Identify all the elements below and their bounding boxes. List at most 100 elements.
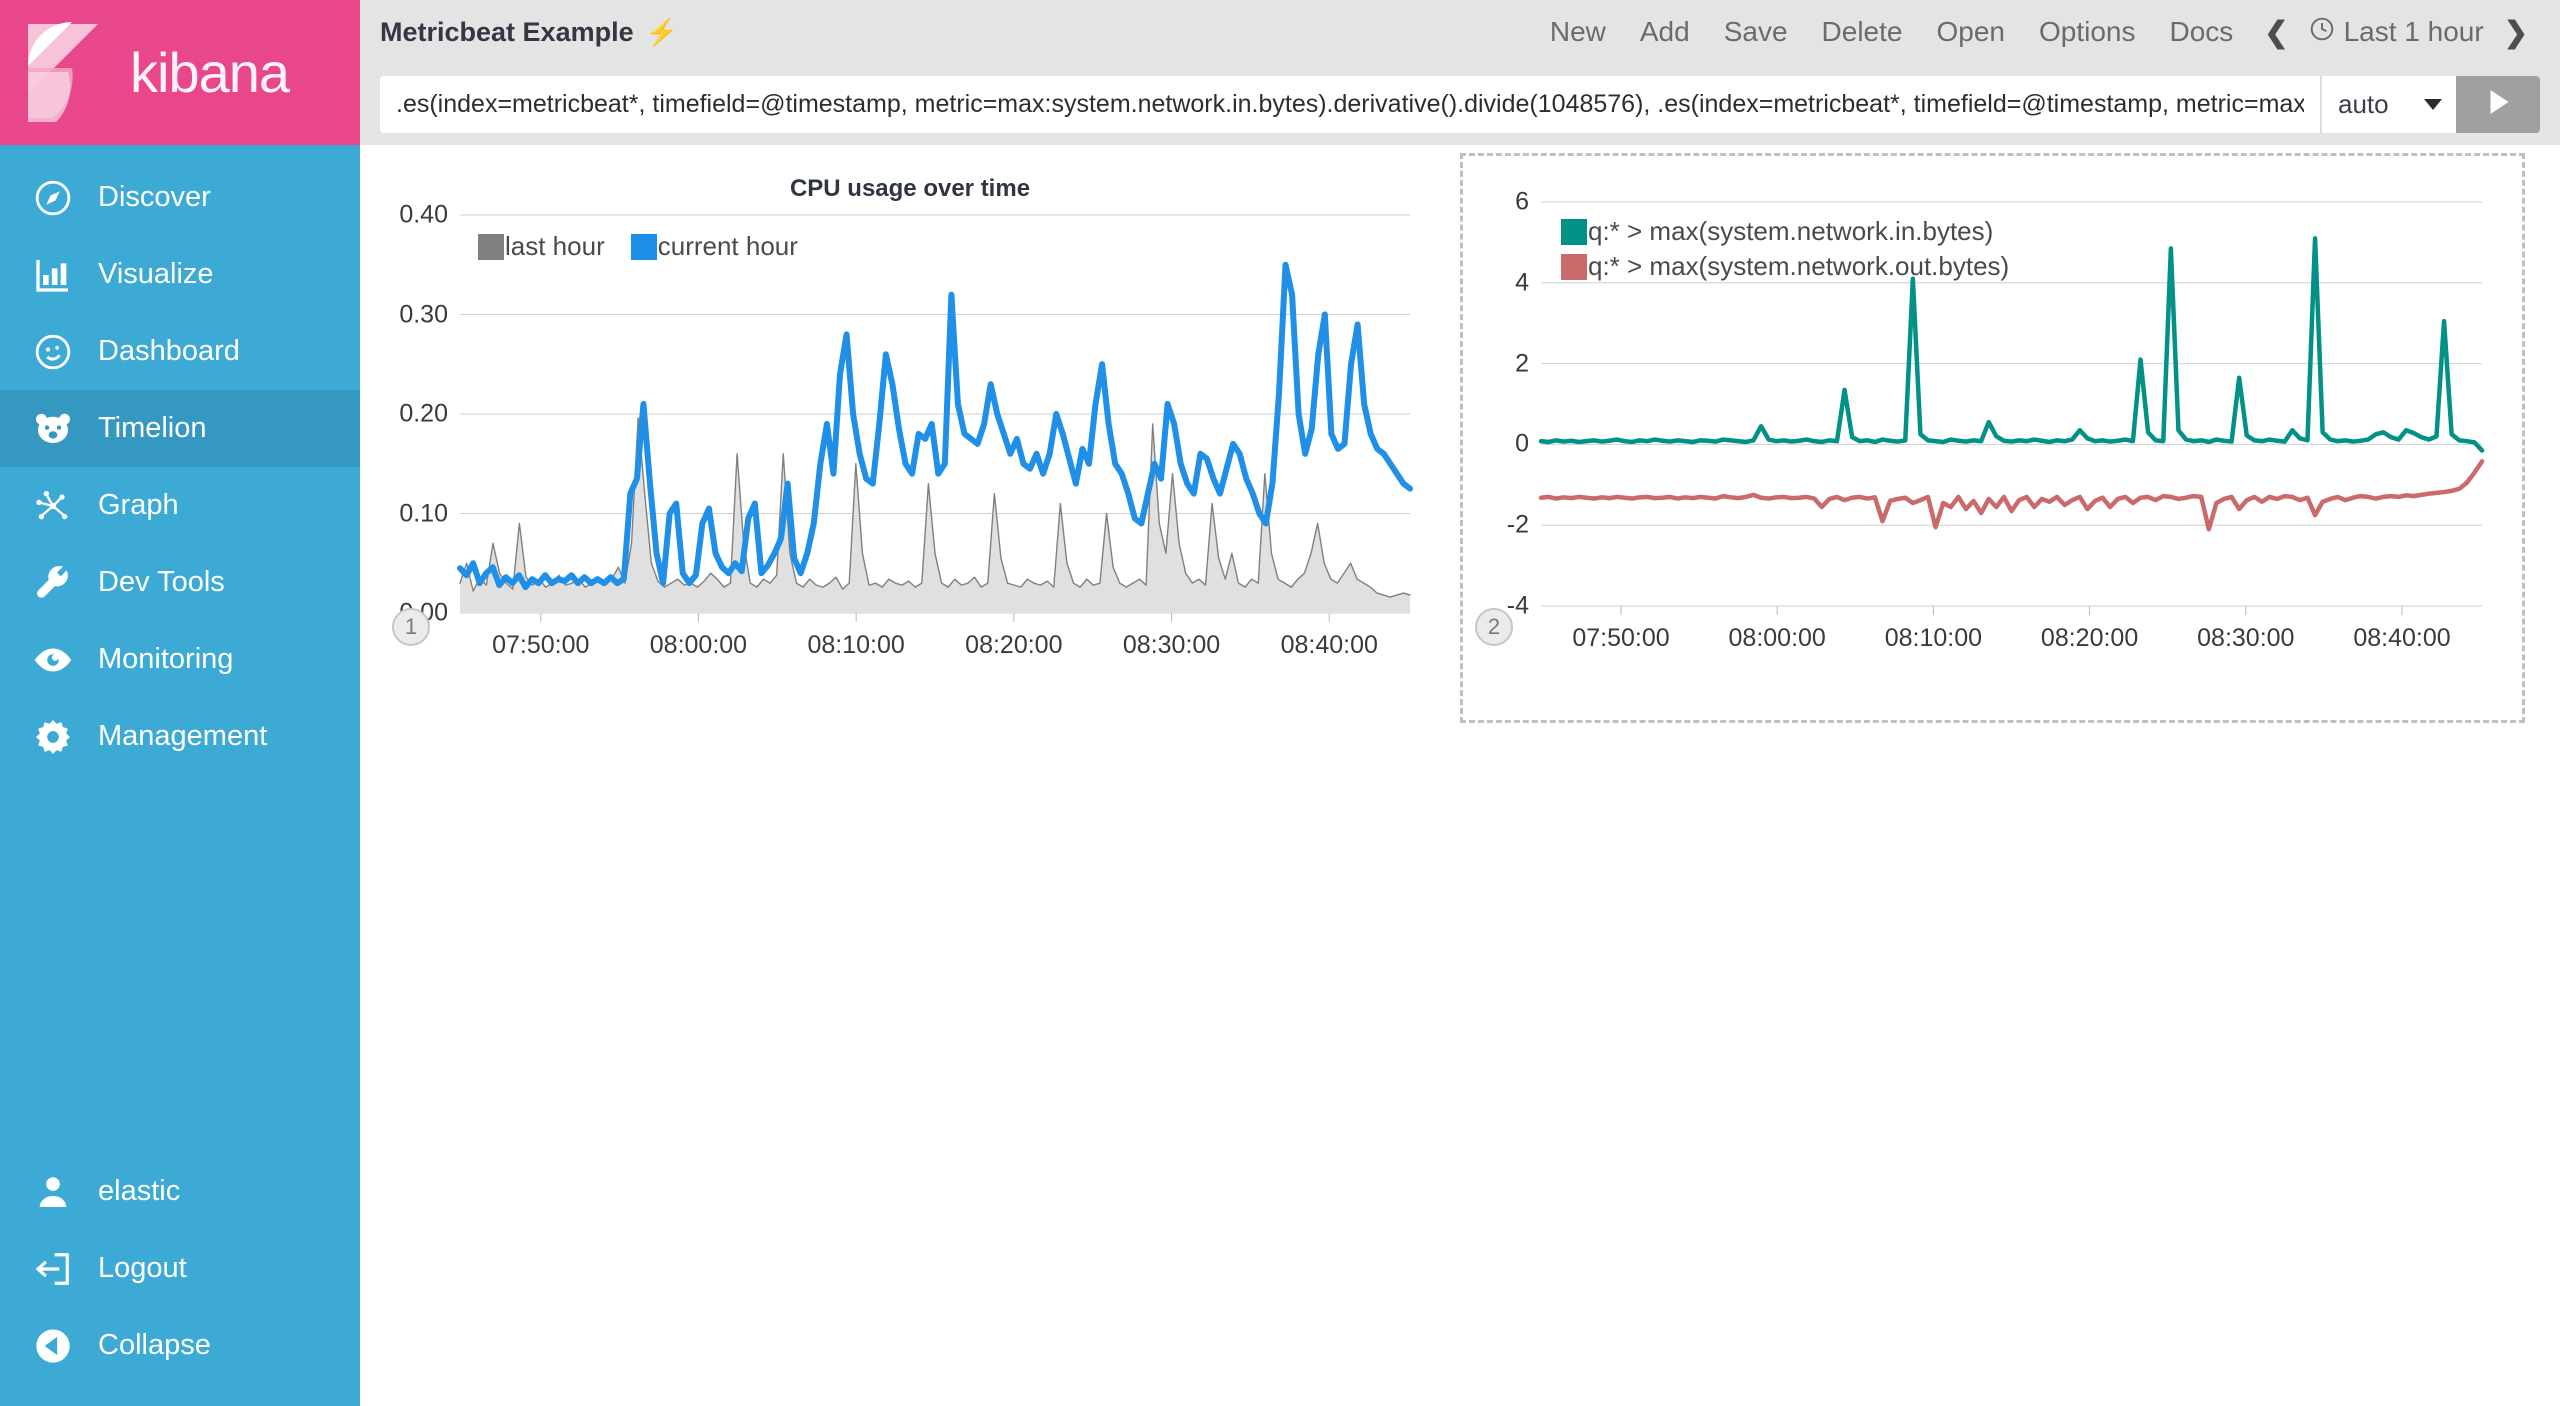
- plot1-xtick: 08:00:00: [649, 631, 748, 659]
- legend-swatch-icon: [1561, 253, 1587, 280]
- gear-icon: [30, 717, 76, 757]
- plot2-ytick: 6: [1515, 187, 1529, 216]
- legend-entry[interactable]: current hour: [630, 231, 798, 262]
- chart-panel-2[interactable]: 6 4 2 0 -2 -4 07:50:00 08:00:00 08:10:00 08:20:00…: [1460, 153, 2525, 723]
- sidebar-bottom-nav: elastic Logout Collapse: [0, 1153, 360, 1406]
- sidebar-item-label: Timelion: [98, 412, 207, 444]
- wrench-icon: [30, 563, 76, 603]
- menu-item-options[interactable]: Options: [2022, 16, 2153, 48]
- sidebar-item-label: Dev Tools: [98, 566, 225, 598]
- plot1-xtick: 08:30:00: [1122, 631, 1221, 659]
- legend-label: q:* > max(system.network.out.bytes): [1588, 251, 2010, 281]
- chart-panel-1[interactable]: CPU usage over time 0.000.100.200.300.40…: [380, 153, 1440, 723]
- sidebar-item-label: Monitoring: [98, 643, 234, 675]
- plot2-xtick: 08:00:00: [1728, 624, 1826, 652]
- plot2-xtick: 08:20:00: [2040, 624, 2139, 652]
- plot1-ytick: 0.10: [399, 499, 448, 527]
- sidebar-item-timelion[interactable]: Timelion: [0, 390, 360, 467]
- bar-chart-icon: [30, 255, 76, 295]
- plot1-xtick: 08:10:00: [807, 631, 905, 659]
- sidebar-item-label: Dashboard: [98, 335, 240, 367]
- sidebar-item-logout[interactable]: Logout: [0, 1230, 360, 1307]
- plot1-ytick: 0.40: [399, 200, 448, 229]
- brand-name: kibana: [130, 40, 290, 104]
- run-expression-button[interactable]: [2456, 76, 2540, 133]
- plot2-ytick: 0: [1515, 429, 1529, 458]
- sidebar-item-label: Visualize: [98, 258, 214, 290]
- logout-icon: [30, 1250, 76, 1288]
- menu-item-delete[interactable]: Delete: [1805, 16, 1920, 48]
- plot1-xtick: 08:40:00: [1280, 631, 1378, 659]
- sidebar-item-label: Graph: [98, 489, 179, 521]
- sidebar-nav: Discover Visualize Dashboard Timelion Gr…: [0, 145, 360, 775]
- timelion-charts-area: CPU usage over time 0.000.100.200.300.40…: [360, 145, 2560, 1406]
- plot2-xtick: 07:50:00: [1572, 624, 1670, 652]
- sidebar: kibana Discover Visualize Dashboard Time…: [0, 0, 360, 1406]
- legend-swatch-icon: [478, 233, 504, 260]
- chart-2-plot[interactable]: 6 4 2 0 -2 -4 07:50:00 08:00:00 08:10:00 08:20:00…: [1463, 156, 2522, 720]
- plot1-ytick: 0.30: [399, 300, 448, 328]
- time-next-button[interactable]: ❯: [2490, 15, 2542, 50]
- expression-bar: auto: [360, 64, 2560, 145]
- plot2-ytick: 2: [1515, 349, 1529, 378]
- plot2-xtick: 08:30:00: [2197, 624, 2295, 652]
- graph-icon: [30, 486, 76, 526]
- top-menu: New Add Save Delete Open Options Docs ❮ …: [1533, 15, 2560, 50]
- time-range-label: Last 1 hour: [2343, 16, 2484, 47]
- chart-1-plot[interactable]: 0.000.100.200.300.4007:50:0008:00:0008:1…: [380, 153, 1440, 723]
- collapse-left-icon: [30, 1326, 76, 1366]
- time-prev-button[interactable]: ❮: [2250, 15, 2302, 50]
- menu-item-add[interactable]: Add: [1623, 16, 1707, 48]
- sidebar-item-label: Logout: [98, 1252, 187, 1284]
- sidebar-item-visualize[interactable]: Visualize: [0, 236, 360, 313]
- sidebar-item-dashboard[interactable]: Dashboard: [0, 313, 360, 390]
- bear-icon: [30, 408, 76, 450]
- sidebar-item-discover[interactable]: Discover: [0, 159, 360, 236]
- top-bar: Metricbeat Example ⚡ New Add Save Delete…: [360, 0, 2560, 64]
- sidebar-item-dev-tools[interactable]: Dev Tools: [0, 544, 360, 621]
- plot2-legend: q:* > max(system.network.in.bytes) q:* > …: [1561, 216, 2009, 282]
- plot1-legend: last hour current hour: [478, 231, 798, 262]
- clock-icon: [2309, 16, 2335, 49]
- sidebar-item-user[interactable]: elastic: [0, 1153, 360, 1230]
- kibana-brand: kibana: [0, 0, 360, 145]
- time-range-picker[interactable]: Last 1 hour: [2303, 16, 2490, 49]
- timelion-expression-input[interactable]: [380, 76, 2320, 133]
- plot1-xtick: 07:50:00: [492, 631, 590, 659]
- play-icon: [2480, 84, 2516, 125]
- plot2-xtick: 08:10:00: [1884, 624, 1983, 652]
- menu-item-new[interactable]: New: [1533, 16, 1623, 48]
- panel-number-badge[interactable]: 2: [1475, 608, 1513, 646]
- dashboard-icon: [30, 332, 76, 372]
- panel-number-badge[interactable]: 1: [392, 608, 430, 646]
- plot2-ytick: -2: [1506, 510, 1529, 539]
- legend-swatch-icon: [1561, 218, 1587, 245]
- legend-entry[interactable]: q:* > max(system.network.in.bytes): [1561, 216, 2009, 247]
- eye-icon: [30, 639, 76, 681]
- sidebar-item-monitoring[interactable]: Monitoring: [0, 621, 360, 698]
- menu-item-save[interactable]: Save: [1707, 16, 1805, 48]
- legend-label: q:* > max(system.network.in.bytes): [1588, 216, 1994, 246]
- sidebar-item-graph[interactable]: Graph: [0, 467, 360, 544]
- legend-label: current hour: [657, 231, 798, 261]
- interval-select[interactable]: auto: [2320, 76, 2456, 133]
- page-title: Metricbeat Example: [380, 16, 634, 47]
- plot1-ytick: 0.20: [399, 399, 448, 428]
- sidebar-item-label: Discover: [98, 181, 211, 213]
- legend-entry[interactable]: last hour: [478, 231, 605, 262]
- menu-item-open[interactable]: Open: [1919, 16, 2022, 48]
- plot1-xtick: 08:20:00: [965, 631, 1063, 659]
- legend-entry[interactable]: q:* > max(system.network.out.bytes): [1561, 251, 2009, 282]
- plot2-ytick: 4: [1515, 268, 1529, 297]
- compass-icon: [30, 178, 76, 218]
- sidebar-item-collapse[interactable]: Collapse: [0, 1307, 360, 1384]
- sidebar-item-management[interactable]: Management: [0, 698, 360, 775]
- chevron-down-icon: [2424, 99, 2442, 110]
- menu-item-docs[interactable]: Docs: [2152, 16, 2250, 48]
- series-line-1: [1538, 459, 2485, 532]
- sidebar-item-label: elastic: [98, 1175, 181, 1207]
- sidebar-item-label: Management: [98, 720, 268, 752]
- interval-value: auto: [2338, 89, 2389, 119]
- legend-swatch-icon: [630, 233, 657, 260]
- kibana-logo-icon: [28, 21, 98, 122]
